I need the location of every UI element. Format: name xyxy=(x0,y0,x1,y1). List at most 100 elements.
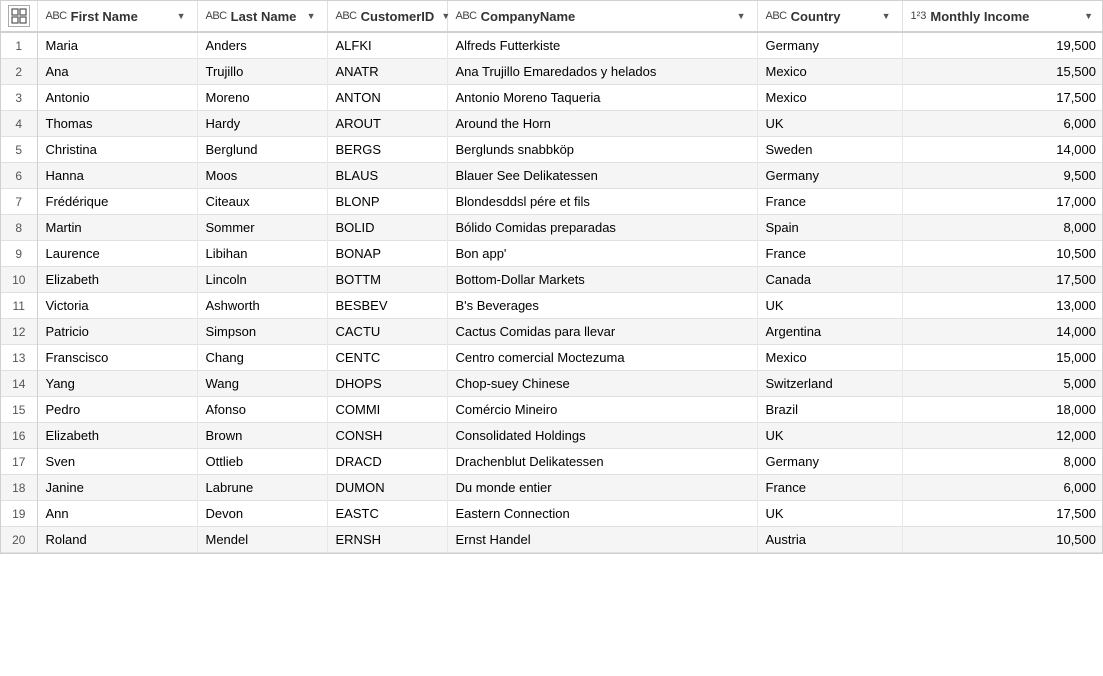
row-number-cell: 18 xyxy=(1,475,37,501)
customer-id-cell: BERGS xyxy=(327,137,447,163)
company-name-cell: B's Beverages xyxy=(447,293,757,319)
chevron-down-icon: ▼ xyxy=(441,11,450,21)
customer-id-cell: DHOPS xyxy=(327,371,447,397)
customer-id-cell: CENTC xyxy=(327,345,447,371)
row-number-cell: 15 xyxy=(1,397,37,423)
country-cell: Mexico xyxy=(757,345,902,371)
row-number-cell: 2 xyxy=(1,59,37,85)
row-number-cell: 5 xyxy=(1,137,37,163)
first-name-cell: Pedro xyxy=(37,397,197,423)
company-name-cell: Drachenblut Delikatessen xyxy=(447,449,757,475)
table-row: 7FrédériqueCiteauxBLONPBlondesddsl pére … xyxy=(1,189,1103,215)
table-row: 16ElizabethBrownCONSHConsolidated Holdin… xyxy=(1,423,1103,449)
row-number-cell: 4 xyxy=(1,111,37,137)
last-name-cell: Devon xyxy=(197,501,327,527)
monthly-income-cell: 14,000 xyxy=(902,137,1103,163)
first-name-cell: Janine xyxy=(37,475,197,501)
first-name-cell: Franscisco xyxy=(37,345,197,371)
table-row: 4ThomasHardyAROUTAround the HornUK6,000 xyxy=(1,111,1103,137)
customer-id-cell: DRACD xyxy=(327,449,447,475)
company-name-cell: Consolidated Holdings xyxy=(447,423,757,449)
row-number-cell: 10 xyxy=(1,267,37,293)
row-number-cell: 12 xyxy=(1,319,37,345)
first-name-cell: Ann xyxy=(37,501,197,527)
country-cell: Canada xyxy=(757,267,902,293)
company-name-cell: Chop-suey Chinese xyxy=(447,371,757,397)
last-name-cell: Simpson xyxy=(197,319,327,345)
last-name-cell: Wang xyxy=(197,371,327,397)
monthly-income-cell: 6,000 xyxy=(902,111,1103,137)
country-cell: Mexico xyxy=(757,59,902,85)
company-name-cell: Du monde entier xyxy=(447,475,757,501)
country-cell: Germany xyxy=(757,449,902,475)
monthly-income-cell: 10,500 xyxy=(902,241,1103,267)
row-number-header xyxy=(1,1,37,32)
company-name-cell: Eastern Connection xyxy=(447,501,757,527)
first-name-cell: Thomas xyxy=(37,111,197,137)
customer-id-cell: BESBEV xyxy=(327,293,447,319)
customer-id-filter-button[interactable]: ▼ xyxy=(438,10,453,22)
last-name-filter-button[interactable]: ▼ xyxy=(304,10,319,22)
table-row: 6HannaMoosBLAUSBlauer See DelikatessenGe… xyxy=(1,163,1103,189)
last-name-cell: Lincoln xyxy=(197,267,327,293)
last-name-cell: Ottlieb xyxy=(197,449,327,475)
row-number-cell: 20 xyxy=(1,527,37,553)
last-name-cell: Labrune xyxy=(197,475,327,501)
country-header: ABC Country ▼ xyxy=(757,1,902,32)
first-name-cell: Antonio xyxy=(37,85,197,111)
first-name-filter-button[interactable]: ▼ xyxy=(174,10,189,22)
last-name-cell: Moreno xyxy=(197,85,327,111)
first-name-cell: Frédérique xyxy=(37,189,197,215)
customer-id-cell: CONSH xyxy=(327,423,447,449)
first-name-cell: Sven xyxy=(37,449,197,475)
monthly-income-label: Monthly Income xyxy=(930,9,1029,24)
table-row: 14YangWangDHOPSChop-suey ChineseSwitzerl… xyxy=(1,371,1103,397)
company-name-cell: Antonio Moreno Taqueria xyxy=(447,85,757,111)
abc-type-icon: ABC xyxy=(46,10,67,22)
customer-id-header: ABC CustomerID ▼ xyxy=(327,1,447,32)
last-name-cell: Brown xyxy=(197,423,327,449)
company-name-cell: Cactus Comidas para llevar xyxy=(447,319,757,345)
chevron-down-icon: ▼ xyxy=(307,11,316,21)
last-name-cell: Berglund xyxy=(197,137,327,163)
monthly-income-cell: 6,000 xyxy=(902,475,1103,501)
last-name-label: Last Name xyxy=(231,9,297,24)
row-number-cell: 16 xyxy=(1,423,37,449)
monthly-income-filter-button[interactable]: ▼ xyxy=(1081,10,1096,22)
company-name-cell: Around the Horn xyxy=(447,111,757,137)
country-cell: Austria xyxy=(757,527,902,553)
company-name-label: CompanyName xyxy=(481,9,576,24)
monthly-income-cell: 18,000 xyxy=(902,397,1103,423)
row-number-cell: 13 xyxy=(1,345,37,371)
company-name-filter-button[interactable]: ▼ xyxy=(734,10,749,22)
last-name-header: ABC Last Name ▼ xyxy=(197,1,327,32)
last-name-cell: Sommer xyxy=(197,215,327,241)
first-name-cell: Laurence xyxy=(37,241,197,267)
country-cell: Brazil xyxy=(757,397,902,423)
chevron-down-icon: ▼ xyxy=(737,11,746,21)
company-name-cell: Ana Trujillo Emaredados y helados xyxy=(447,59,757,85)
customer-id-cell: DUMON xyxy=(327,475,447,501)
customer-id-cell: ANATR xyxy=(327,59,447,85)
table-row: 18JanineLabruneDUMONDu monde entierFranc… xyxy=(1,475,1103,501)
table-row: 13FransciscoChangCENTCCentro comercial M… xyxy=(1,345,1103,371)
chevron-down-icon: ▼ xyxy=(177,11,186,21)
country-cell: Argentina xyxy=(757,319,902,345)
country-filter-button[interactable]: ▼ xyxy=(879,10,894,22)
first-name-cell: Roland xyxy=(37,527,197,553)
country-cell: Germany xyxy=(757,32,902,59)
row-number-cell: 3 xyxy=(1,85,37,111)
customer-id-cell: COMMI xyxy=(327,397,447,423)
data-table: ABC First Name ▼ ABC Last Name ▼ xyxy=(0,0,1103,554)
company-name-cell: Blondesddsl pére et fils xyxy=(447,189,757,215)
last-name-cell: Anders xyxy=(197,32,327,59)
country-cell: UK xyxy=(757,293,902,319)
first-name-cell: Hanna xyxy=(37,163,197,189)
grid-icon[interactable] xyxy=(8,5,30,27)
last-name-cell: Chang xyxy=(197,345,327,371)
abc-type-icon: ABC xyxy=(766,10,787,22)
first-name-cell: Christina xyxy=(37,137,197,163)
row-number-cell: 11 xyxy=(1,293,37,319)
monthly-income-cell: 12,000 xyxy=(902,423,1103,449)
table-row: 10ElizabethLincolnBOTTMBottom-Dollar Mar… xyxy=(1,267,1103,293)
